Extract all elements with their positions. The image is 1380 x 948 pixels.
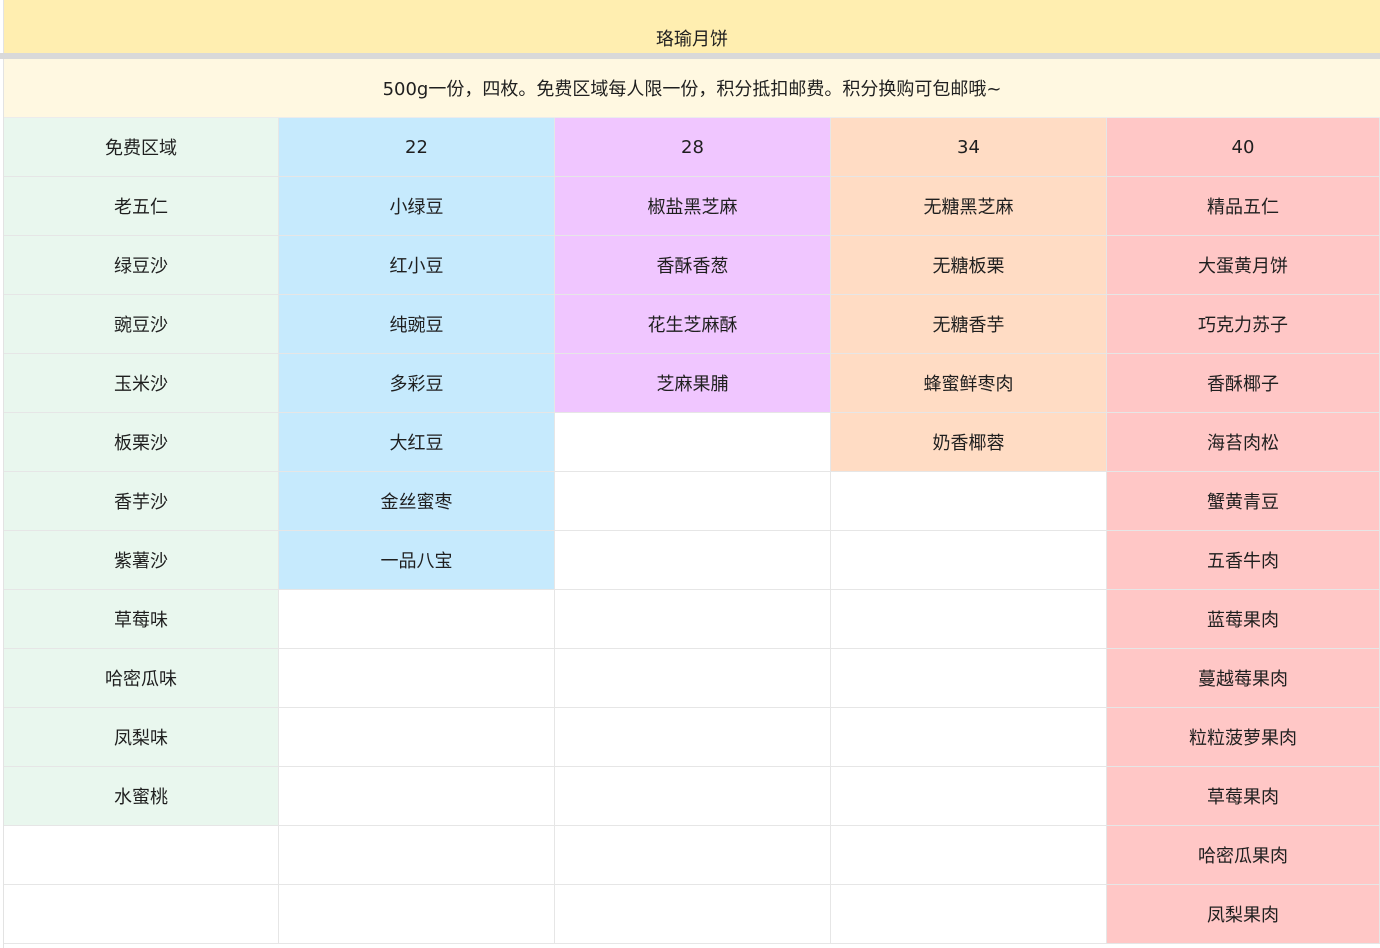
empty-cell[interactable] [831,649,1107,708]
flavor-cell[interactable]: 蜂蜜鲜枣肉 [831,354,1107,413]
flavor-cell[interactable]: 芝麻果脯 [555,354,831,413]
empty-cell[interactable] [4,826,279,885]
flavor-cell[interactable]: 小绿豆 [279,177,555,236]
flavor-cell[interactable]: 多彩豆 [279,354,555,413]
empty-cell[interactable] [279,708,555,767]
empty-cell[interactable] [555,590,831,649]
flavor-cell[interactable]: 巧克力苏子 [1107,295,1380,354]
empty-cell[interactable] [279,826,555,885]
flavor-cell[interactable]: 粒粒菠萝果肉 [1107,708,1380,767]
flavor-cell[interactable]: 蟹黄青豆 [1107,472,1380,531]
empty-cell[interactable] [279,885,555,944]
flavor-cell[interactable]: 椒盐黑芝麻 [555,177,831,236]
flavor-cell[interactable]: 奶香椰蓉 [831,413,1107,472]
empty-cell[interactable] [555,413,831,472]
empty-cell[interactable] [831,531,1107,590]
flavor-cell[interactable]: 蓝莓果肉 [1107,590,1380,649]
flavor-cell[interactable]: 哈密瓜味 [4,649,279,708]
flavor-cell[interactable]: 凤梨味 [4,708,279,767]
empty-cell[interactable] [831,590,1107,649]
flavor-cell[interactable]: 一品八宝 [279,531,555,590]
flavor-cell[interactable]: 紫薯沙 [4,531,279,590]
spreadsheet: 珞瑜月饼 500g一份，四枚。免费区域每人限一份，积分抵扣邮费。积分换购可包邮哦… [0,0,1380,948]
column-header-4[interactable]: 40 [1107,118,1380,177]
empty-cell[interactable] [555,767,831,826]
flavor-cell[interactable]: 水蜜桃 [4,767,279,826]
flavor-cell[interactable]: 草莓味 [4,590,279,649]
flavor-cell[interactable]: 草莓果肉 [1107,767,1380,826]
title-cell[interactable]: 珞瑜月饼 [4,0,1380,53]
empty-cell[interactable] [555,826,831,885]
empty-cell[interactable] [279,649,555,708]
price-table: 免费区域 22 28 34 40 老五仁 小绿豆 椒盐黑芝麻 无糖黑芝麻 精品五仁 绿豆沙 红小豆 香酥… [4,118,1380,944]
sheet-note: 500g一份，四枚。免费区域每人限一份，积分抵扣邮费。积分换购可包邮哦~ [382,79,1002,100]
flavor-cell[interactable]: 大红豆 [279,413,555,472]
empty-cell[interactable] [831,826,1107,885]
flavor-cell[interactable]: 红小豆 [279,236,555,295]
flavor-cell[interactable]: 绿豆沙 [4,236,279,295]
empty-cell[interactable] [555,531,831,590]
flavor-cell[interactable]: 哈密瓜果肉 [1107,826,1380,885]
empty-cell[interactable] [555,472,831,531]
flavor-cell[interactable]: 海苔肉松 [1107,413,1380,472]
flavor-cell[interactable]: 大蛋黄月饼 [1107,236,1380,295]
flavor-cell[interactable]: 无糖黑芝麻 [831,177,1107,236]
flavor-cell[interactable]: 香酥椰子 [1107,354,1380,413]
empty-cell[interactable] [279,767,555,826]
empty-cell[interactable] [555,885,831,944]
empty-cell[interactable] [831,472,1107,531]
flavor-cell[interactable]: 豌豆沙 [4,295,279,354]
flavor-cell[interactable]: 香芋沙 [4,472,279,531]
note-cell[interactable]: 500g一份，四枚。免费区域每人限一份，积分抵扣邮费。积分换购可包邮哦~ [4,59,1380,118]
flavor-cell[interactable]: 金丝蜜枣 [279,472,555,531]
flavor-cell[interactable]: 花生芝麻酥 [555,295,831,354]
empty-cell[interactable] [555,649,831,708]
empty-cell[interactable] [555,708,831,767]
empty-cell[interactable] [4,885,279,944]
flavor-cell[interactable]: 凤梨果肉 [1107,885,1380,944]
column-header-2[interactable]: 28 [555,118,831,177]
flavor-cell[interactable]: 无糖板栗 [831,236,1107,295]
empty-cell[interactable] [831,767,1107,826]
flavor-cell[interactable]: 板栗沙 [4,413,279,472]
flavor-cell[interactable]: 纯豌豆 [279,295,555,354]
flavor-cell[interactable]: 无糖香芋 [831,295,1107,354]
empty-cell[interactable] [831,708,1107,767]
empty-cell[interactable] [279,590,555,649]
empty-cell[interactable] [831,885,1107,944]
column-header-1[interactable]: 22 [279,118,555,177]
sheet-title: 珞瑜月饼 [656,29,728,50]
column-header-0[interactable]: 免费区域 [4,118,279,177]
flavor-cell[interactable]: 蔓越莓果肉 [1107,649,1380,708]
flavor-cell[interactable]: 五香牛肉 [1107,531,1380,590]
flavor-cell[interactable]: 香酥香葱 [555,236,831,295]
flavor-cell[interactable]: 老五仁 [4,177,279,236]
column-header-3[interactable]: 34 [831,118,1107,177]
flavor-cell[interactable]: 玉米沙 [4,354,279,413]
flavor-cell[interactable]: 精品五仁 [1107,177,1380,236]
